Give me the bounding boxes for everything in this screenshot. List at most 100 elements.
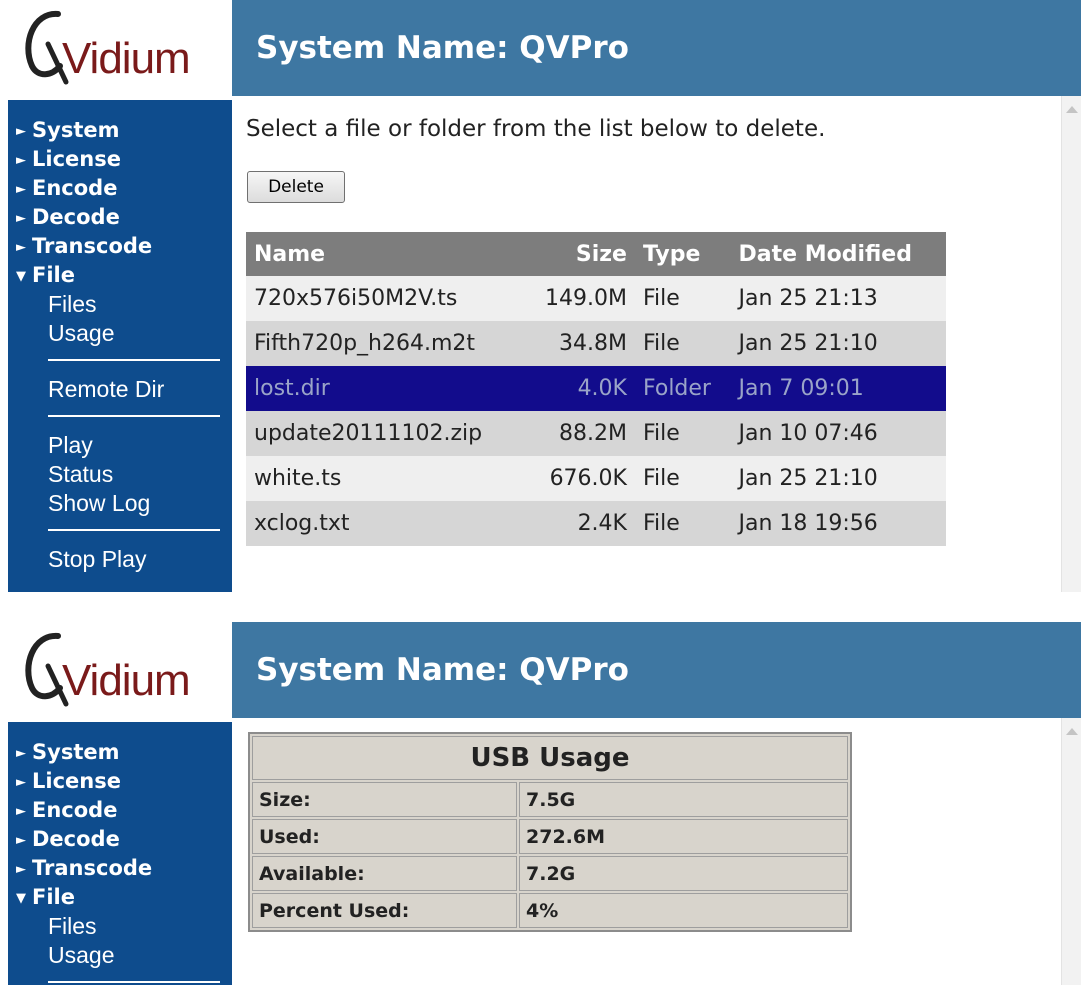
table-row[interactable]: 720x576i50M2V.ts 149.0M File Jan 25 21:1… <box>246 276 946 321</box>
main-content: USB Usage Size: 7.5G Used: 272.6M Availa… <box>232 718 1062 985</box>
nav-label: File <box>32 263 75 287</box>
scroll-up-arrow-icon[interactable] <box>1066 728 1078 735</box>
table-row[interactable]: xclog.txt 2.4K File Jan 18 19:56 <box>246 501 946 546</box>
nav-divider <box>48 981 220 983</box>
usage-value: 272.6M <box>519 819 848 854</box>
page-title: System Name: QVPro <box>256 652 629 688</box>
usage-label: Size: <box>252 782 517 817</box>
file-name: Fifth720p_h264.m2t <box>246 321 524 366</box>
table-row: Size: 7.5G <box>252 782 848 817</box>
nav-system[interactable]: ► System <box>8 739 232 768</box>
logo-text: Vidium <box>62 34 191 83</box>
file-type: Folder <box>634 366 731 411</box>
nav-label: License <box>32 769 121 793</box>
main-content: Select a file or folder from the list be… <box>232 96 1062 592</box>
nav-system[interactable]: ► System <box>8 117 232 146</box>
delete-button[interactable]: Delete <box>247 171 345 203</box>
scrollbar[interactable] <box>1061 718 1081 985</box>
triangle-down-icon: ▼ <box>16 269 26 284</box>
nav-divider <box>48 415 220 417</box>
logo-text: Vidium <box>62 656 191 705</box>
nav-decode[interactable]: ► Decode <box>8 826 232 855</box>
triangle-right-icon: ► <box>16 211 26 226</box>
nav-file[interactable]: ▼ File <box>8 262 232 291</box>
nav-file[interactable]: ▼ File <box>8 884 232 913</box>
nav-transcode[interactable]: ► Transcode <box>8 855 232 884</box>
nav-label: License <box>32 147 121 171</box>
triangle-right-icon: ► <box>16 746 26 761</box>
file-name: update20111102.zip <box>246 411 524 456</box>
nav-label: Transcode <box>32 234 153 258</box>
file-date: Jan 18 19:56 <box>730 501 946 546</box>
nav-show-log[interactable]: Show Log <box>8 490 232 519</box>
usage-label: Percent Used: <box>252 893 517 928</box>
file-date: Jan 25 21:13 <box>730 276 946 321</box>
page-title: System Name: QVPro <box>256 30 629 66</box>
triangle-right-icon: ► <box>16 804 26 819</box>
file-type: File <box>634 411 731 456</box>
nav-label: File <box>32 885 75 909</box>
usage-value: 7.5G <box>519 782 848 817</box>
file-type: File <box>634 321 731 366</box>
nav-status[interactable]: Status <box>8 461 232 490</box>
nav-encode[interactable]: ► Encode <box>8 797 232 826</box>
usb-usage-table: USB Usage Size: 7.5G Used: 272.6M Availa… <box>248 732 852 932</box>
file-size: 2.4K <box>523 501 635 546</box>
triangle-right-icon: ► <box>16 153 26 168</box>
table-row: Percent Used: 4% <box>252 893 848 928</box>
header-bar: System Name: QVPro <box>232 622 1081 718</box>
nav-license[interactable]: ► License <box>8 146 232 175</box>
table-header-row: Name Size Type Date Modified <box>246 232 946 276</box>
usage-label: Available: <box>252 856 517 891</box>
col-size-header[interactable]: Size <box>523 232 635 276</box>
col-type-header[interactable]: Type <box>634 232 731 276</box>
col-date-header[interactable]: Date Modified <box>730 232 946 276</box>
triangle-right-icon: ► <box>16 240 26 255</box>
sidebar: ► System ► License ► Encode ► Decode ► Transc… <box>8 722 232 985</box>
table-row[interactable]: white.ts 676.0K File Jan 25 21:10 <box>246 456 946 501</box>
table-row-selected[interactable]: lost.dir 4.0K Folder Jan 7 09:01 <box>246 366 946 411</box>
col-name-header[interactable]: Name <box>246 232 524 276</box>
header-bar: System Name: QVPro <box>232 0 1081 96</box>
scroll-up-arrow-icon[interactable] <box>1066 106 1078 113</box>
scrollbar[interactable] <box>1061 96 1081 592</box>
nav-encode[interactable]: ► Encode <box>8 175 232 204</box>
nav-remote-dir[interactable]: Remote Dir <box>8 376 232 405</box>
nav-divider <box>48 529 220 531</box>
file-type: File <box>634 276 731 321</box>
files-screen: Vidium System Name: QVPro ► System ► Licen… <box>0 0 1081 592</box>
file-name: white.ts <box>246 456 524 501</box>
nav-license[interactable]: ► License <box>8 768 232 797</box>
nav-usage[interactable]: Usage <box>8 942 232 971</box>
nav-play[interactable]: Play <box>8 432 232 461</box>
file-type: File <box>634 501 731 546</box>
nav-stop-play[interactable]: Stop Play <box>8 546 232 575</box>
table-row: Available: 7.2G <box>252 856 848 891</box>
triangle-right-icon: ► <box>16 862 26 877</box>
instruction-text: Select a file or folder from the list be… <box>246 116 826 142</box>
nav-transcode[interactable]: ► Transcode <box>8 233 232 262</box>
table-row[interactable]: update20111102.zip 88.2M File Jan 10 07:… <box>246 411 946 456</box>
file-name: lost.dir <box>246 366 524 411</box>
file-date: Jan 25 21:10 <box>730 456 946 501</box>
file-date: Jan 25 21:10 <box>730 321 946 366</box>
nav-files[interactable]: Files <box>8 913 232 942</box>
table-row[interactable]: Fifth720p_h264.m2t 34.8M File Jan 25 21:… <box>246 321 946 366</box>
nav-files[interactable]: Files <box>8 291 232 320</box>
nav-decode[interactable]: ► Decode <box>8 204 232 233</box>
file-name: xclog.txt <box>246 501 524 546</box>
triangle-right-icon: ► <box>16 775 26 790</box>
usage-title: USB Usage <box>252 736 848 780</box>
file-size: 34.8M <box>523 321 635 366</box>
file-table: Name Size Type Date Modified 720x576i50M… <box>246 232 946 546</box>
triangle-down-icon: ▼ <box>16 891 26 906</box>
nav-label: Encode <box>32 176 118 200</box>
nav-usage[interactable]: Usage <box>8 320 232 349</box>
file-size: 4.0K <box>523 366 635 411</box>
file-type: File <box>634 456 731 501</box>
sidebar: ► System ► License ► Encode ► Decode ► Transc… <box>8 100 232 592</box>
usage-label: Used: <box>252 819 517 854</box>
nav-label: Transcode <box>32 856 153 880</box>
nav-label: Decode <box>32 205 120 229</box>
logo: Vidium <box>0 622 232 718</box>
